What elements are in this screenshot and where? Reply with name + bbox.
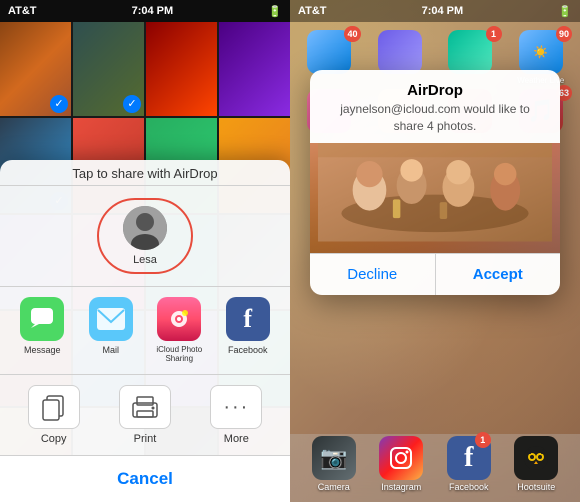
share-app-facebook[interactable]: f Facebook: [219, 297, 277, 364]
share-sheet: Tap to share with AirDrop: [0, 160, 290, 502]
dock-icon-facebook[interactable]: f 1 Facebook: [447, 436, 491, 492]
left-carrier: AT&T: [8, 5, 37, 17]
copy-icon: [28, 385, 80, 429]
mail-icon: [89, 297, 133, 341]
hootsuite-dock-icon: [514, 436, 558, 480]
alert-title: AirDrop: [310, 70, 560, 101]
person-silhouette-icon: [123, 206, 167, 250]
right-status-bar: AT&T 7:04 PM 🔋: [290, 0, 580, 22]
left-battery-icon: 🔋: [268, 5, 282, 18]
dock-icon-hootsuite[interactable]: Hootsuite: [514, 436, 558, 492]
more-icon: ···: [210, 385, 262, 429]
alert-message: jaynelson@icloud.com would like to share…: [310, 101, 560, 143]
left-status-bar: AT&T 7:04 PM 🔋: [0, 0, 290, 22]
icloud-photo-icon: [164, 306, 194, 332]
right-time: 7:04 PM: [422, 5, 464, 17]
right-phone: AT&T 7:04 PM 🔋 40 1: [290, 0, 580, 502]
hootsuite-dock-label: Hootsuite: [517, 482, 555, 492]
share-actions-row: Copy Print ··· More: [0, 375, 290, 456]
airdrop-hint-text: Tap to share with AirDrop: [72, 166, 217, 181]
decline-button[interactable]: Decline: [310, 254, 436, 295]
share-apps-row: Message Mail: [0, 287, 290, 375]
share-action-print[interactable]: Print: [111, 385, 179, 445]
instagram-logo-icon: [388, 445, 414, 471]
airdrop-alert: AirDrop jaynelson@icloud.com would like …: [310, 70, 560, 295]
share-app-message-label: Message: [24, 345, 61, 356]
print-icon: [119, 385, 171, 429]
home-icon-badge: 40: [344, 26, 360, 42]
instagram-dock-label: Instagram: [381, 482, 421, 492]
home-icon-badge: 1: [486, 26, 502, 42]
avatar-inner: [123, 206, 167, 250]
dock-icon-camera[interactable]: 📷 Camera: [312, 436, 356, 492]
hootsuite-owl-icon: [522, 444, 550, 472]
share-app-mail[interactable]: Mail: [82, 297, 140, 364]
left-time: 7:04 PM: [132, 5, 174, 17]
share-app-message[interactable]: Message: [13, 297, 71, 364]
facebook-badge: 1: [475, 432, 491, 448]
share-app-icloud-label: iCloud Photo Sharing: [150, 345, 208, 364]
shared-photo: [310, 143, 560, 253]
photo-cell[interactable]: [0, 22, 71, 116]
avatar: [123, 206, 167, 250]
printer-icon: [129, 393, 161, 421]
group-photo-icon: [318, 143, 552, 245]
right-carrier: AT&T: [298, 5, 327, 17]
game1-icon: [378, 30, 422, 74]
camera-dock-label: Camera: [318, 482, 350, 492]
alert-buttons: Decline Accept: [310, 253, 560, 295]
share-app-mail-label: Mail: [102, 345, 119, 356]
message-bubble-icon: [29, 306, 55, 332]
airdrop-person-row: Lesa: [0, 194, 290, 278]
photo-cell[interactable]: [73, 22, 144, 116]
cancel-button[interactable]: Cancel: [0, 456, 290, 502]
accept-button[interactable]: Accept: [436, 254, 561, 295]
share-app-facebook-label: Facebook: [228, 345, 268, 356]
airdrop-oval[interactable]: Lesa: [97, 198, 193, 274]
message-icon: [20, 297, 64, 341]
share-app-icloud[interactable]: iCloud Photo Sharing: [150, 297, 208, 364]
photo-cell[interactable]: [219, 22, 290, 116]
facebook-icon: f: [226, 297, 270, 341]
airdrop-person-name: Lesa: [133, 254, 157, 266]
dock: 📷 Camera Instagram f 1 Facebook: [290, 434, 580, 502]
dock-icon-instagram[interactable]: Instagram: [379, 436, 423, 492]
share-action-copy[interactable]: Copy: [20, 385, 88, 445]
left-phone: AT&T 7:04 PM 🔋 Tap to share with AirDrop: [0, 0, 290, 502]
airdrop-header: Tap to share with AirDrop: [0, 160, 290, 186]
share-action-more[interactable]: ··· More: [202, 385, 270, 445]
camera-dock-icon: 📷: [312, 436, 356, 480]
instagram-dock-icon: [379, 436, 423, 480]
more-label: More: [224, 433, 249, 445]
print-label: Print: [134, 433, 157, 445]
right-battery-icon: 🔋: [558, 5, 572, 18]
copy-label: Copy: [41, 433, 67, 445]
facebook-dock-label: Facebook: [449, 482, 489, 492]
home-icon-badge: 90: [556, 26, 572, 42]
airdrop-section: Lesa: [0, 186, 290, 287]
alert-photo: [310, 143, 560, 253]
photo-cell[interactable]: [146, 22, 217, 116]
icloud-icon: [157, 297, 201, 341]
copy-documents-icon: [39, 392, 69, 422]
mail-envelope-icon: [97, 308, 125, 330]
home-screen: 40 1 ☀️ 90 Weather Live: [290, 0, 580, 502]
